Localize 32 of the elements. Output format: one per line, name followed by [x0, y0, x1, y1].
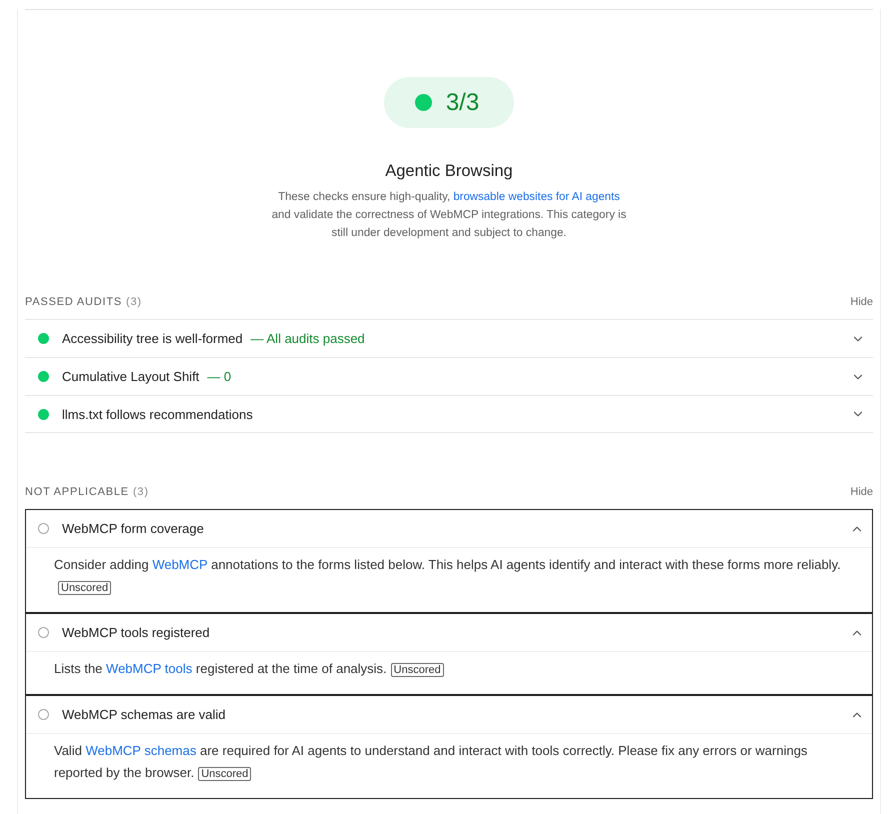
link[interactable]: WebMCP schemas [86, 743, 196, 758]
audit-title: WebMCP form coverage [62, 521, 204, 536]
audit-title: WebMCP tools registered [62, 625, 210, 640]
audit-value: — 0 [207, 369, 232, 384]
audit-title: Accessibility tree is well-formed [62, 331, 243, 346]
category-description: These checks ensure high-quality, browsable websites for AI agents and validate the correctness of WebMCP integrations. This category is still under development and subject to change. [270, 190, 628, 241]
hide-button[interactable]: Hide [850, 486, 873, 498]
link[interactable]: WebMCP [152, 557, 208, 572]
pass-dot-icon [38, 371, 49, 382]
hollow-circle-icon [38, 709, 49, 720]
category-title: Agentic Browsing [385, 161, 513, 181]
audit-title: llms.txt follows recommendations [62, 406, 253, 422]
hollow-circle-icon [38, 627, 49, 638]
section-heading: NOT APPLICABLE (3) [25, 485, 149, 499]
audit-value: — All audits passed [250, 331, 365, 346]
hollow-circle-icon [38, 523, 49, 534]
hide-button[interactable]: Hide [850, 296, 873, 308]
score-dot-icon [414, 94, 432, 111]
unscored-badge: Unscored [390, 663, 444, 677]
unscored-badge: Unscored [198, 767, 252, 781]
audit-description: Lists the WebMCP tools registered at the time of analysis. Unscored [54, 658, 444, 680]
section-heading: PASSED AUDITS (3) [25, 295, 142, 309]
link[interactable]: browsable websites for AI agents [453, 191, 620, 203]
audit-title: Cumulative Layout Shift [62, 369, 200, 384]
audit-description: Valid WebMCP schemas are required for AI agents to understand and interact with tools correctly. Please fix any errors or warnings reported by the browser. Unscored [54, 742, 808, 783]
pass-dot-icon [38, 408, 49, 420]
link[interactable]: WebMCP tools [106, 661, 192, 676]
audit-title: WebMCP schemas are valid [62, 707, 226, 722]
audit-description: Consider adding WebMCP annotations to the forms listed below. This helps AI agents identify and interact with these forms more reliably. Unscored [54, 556, 842, 597]
unscored-badge: Unscored [58, 581, 112, 595]
pass-dot-icon [38, 333, 49, 344]
score-value: 3/3 [446, 88, 480, 116]
